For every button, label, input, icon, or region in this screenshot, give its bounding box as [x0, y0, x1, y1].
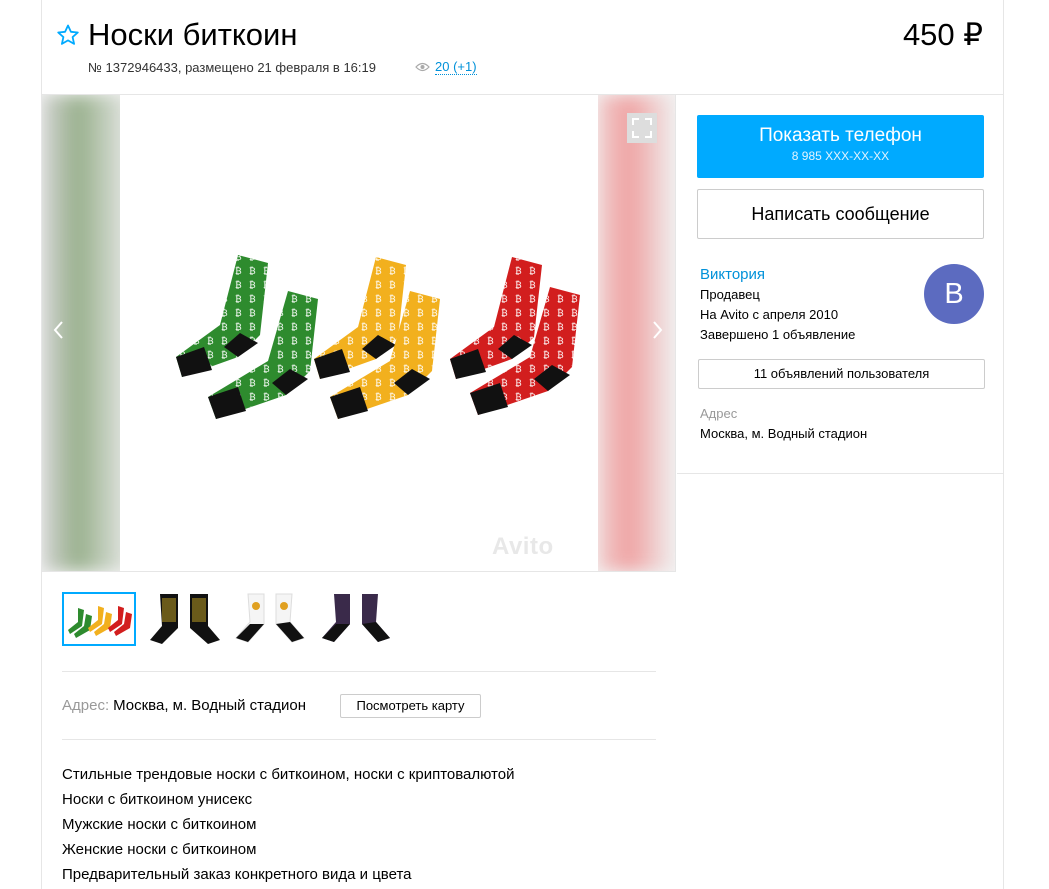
- seller-avatar[interactable]: В: [924, 264, 984, 324]
- description-line: Мужские носки с биткоином: [62, 816, 257, 833]
- avito-watermark: Avito: [492, 533, 554, 560]
- thumbnail-1[interactable]: [62, 592, 136, 646]
- write-message-button[interactable]: Написать сообщение: [697, 189, 984, 239]
- thumb-socks-colors-image: [68, 606, 132, 638]
- views-counter: 20 (+1): [415, 59, 477, 75]
- listing-title: Носки биткоин: [88, 17, 298, 52]
- thumbnail-2[interactable]: [148, 592, 222, 646]
- fullscreen-button[interactable]: [627, 113, 657, 143]
- description-line: Предварительный заказ конкретного вида и…: [62, 866, 412, 883]
- show-phone-label: Показать телефон: [759, 125, 922, 146]
- thumbnail-3[interactable]: [234, 592, 308, 646]
- seller-name-link[interactable]: Виктория: [700, 265, 765, 284]
- fullscreen-icon: [632, 118, 652, 138]
- thumb-socks-white-image: [235, 593, 305, 643]
- favorite-star-icon[interactable]: [56, 23, 80, 47]
- seller-ads-button[interactable]: 11 объявлений пользователя: [698, 359, 985, 389]
- description-line: Стильные трендовые носки с биткоином, но…: [62, 766, 515, 783]
- sidebar-address-label: Адрес: [700, 406, 738, 421]
- chevron-right-icon: [653, 321, 663, 339]
- seller-info: Продавец На Avito с апреля 2010 Завершен…: [700, 285, 855, 345]
- listing-price: 450 ₽: [902, 17, 983, 52]
- listing-meta: № 1372946433, размещено 21 февраля в 16:…: [88, 60, 376, 75]
- description: Стильные трендовые носки с биткоином, но…: [62, 762, 514, 887]
- address-row: Адрес: Москва, м. Водный стадион: [62, 695, 306, 717]
- thumb-socks-black-gold-image: [150, 594, 220, 644]
- photo-gallery[interactable]: ₿: [42, 95, 676, 571]
- address-value: Москва, м. Водный стадион: [113, 697, 306, 714]
- bitcoin-socks-photo: ₿: [176, 255, 580, 419]
- gallery-prev-button[interactable]: [52, 317, 64, 348]
- divider: [62, 671, 656, 672]
- thumbnail-4[interactable]: [320, 592, 394, 646]
- description-line: Женские носки с биткоином: [62, 841, 257, 858]
- main-photo: ₿: [120, 95, 598, 571]
- show-phone-button[interactable]: Показать телефон 8 985 XXX-XX-XX: [697, 115, 984, 178]
- views-count[interactable]: 20 (+1): [435, 59, 477, 75]
- description-line: Носки с биткоином унисекс: [62, 791, 253, 808]
- eye-icon: [415, 62, 430, 72]
- gallery-next-button[interactable]: [652, 317, 664, 348]
- address-label: Адрес:: [62, 697, 110, 714]
- chevron-left-icon: [53, 321, 63, 339]
- divider: [62, 739, 656, 740]
- next-image-preview: [598, 95, 675, 571]
- thumbnail-strip: [62, 592, 394, 646]
- seller-role: Продавец: [700, 287, 760, 302]
- sidebar-address-value: Москва, м. Водный стадион: [700, 426, 868, 441]
- show-map-button[interactable]: Посмотреть карту: [340, 694, 481, 718]
- thumb-socks-purple-image: [322, 594, 390, 642]
- seller-since: На Avito с апреля 2010: [700, 307, 839, 322]
- gallery-divider: [42, 571, 676, 572]
- phone-masked: 8 985 XXX-XX-XX: [791, 149, 890, 163]
- seller-completed: Завершено 1 объявление: [700, 327, 856, 342]
